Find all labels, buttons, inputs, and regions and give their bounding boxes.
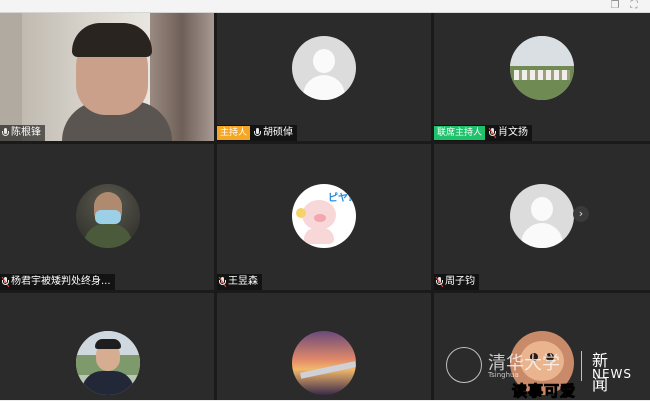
- muted-microphone-icon: [218, 276, 227, 288]
- participant-name-bar: 杨君宇被矮判处终身...: [0, 274, 115, 290]
- default-avatar: [292, 36, 356, 100]
- participant-tile[interactable]: [217, 293, 431, 400]
- participant-tile[interactable]: 联席主持人 肖文扬: [434, 13, 650, 141]
- bottom-caption: 读事可爱: [511, 382, 577, 401]
- microphone-icon: [2, 128, 9, 138]
- chevron-right-icon[interactable]: ›: [573, 206, 589, 222]
- participant-tile[interactable]: 杨君宇被矮判处终身...: [0, 144, 214, 290]
- cohost-badge: 联席主持人: [434, 126, 486, 140]
- window-top-bar: ❐ ⛶: [0, 0, 650, 13]
- participant-tile[interactable]: [0, 293, 214, 400]
- muted-microphone-icon: [1, 276, 10, 288]
- fullscreen-icon[interactable]: ⛶: [628, 0, 640, 11]
- participant-name-bar: 联席主持人 肖文扬: [434, 125, 533, 141]
- copy-icon[interactable]: ❐: [609, 0, 621, 11]
- news-en-text: NEWS: [592, 367, 633, 381]
- muted-microphone-icon: [435, 276, 444, 288]
- photo-masked-man-avatar: [76, 184, 140, 248]
- participant-name-bar: 陈根锋: [0, 125, 45, 141]
- participant-tile[interactable]: 陈根锋: [0, 13, 214, 141]
- photo-cartoon-pig-avatar: ピヤ!: [292, 184, 356, 248]
- participant-name-bar: 主持人 胡硕倬: [217, 125, 298, 141]
- participant-grid: 陈根锋 主持人 胡硕倬 联席主持人 肖文扬 杨君宇被矮判处终身... ピヤ! 王…: [0, 13, 650, 400]
- watermark-sub-text: Tsinghua: [488, 371, 519, 379]
- participant-name: 周子钧: [445, 276, 475, 287]
- default-avatar: [510, 184, 574, 248]
- participant-tile[interactable]: › 周子钧: [434, 144, 650, 290]
- participant-name: 杨君宇被矮判处终身...: [11, 276, 111, 287]
- participant-name: 肖文扬: [498, 127, 529, 138]
- university-seal-icon: [446, 347, 482, 383]
- host-badge: 主持人: [217, 126, 251, 140]
- watermark-divider: [581, 351, 582, 381]
- muted-microphone-icon: [488, 127, 497, 139]
- participant-tile[interactable]: 主持人 胡硕倬: [217, 13, 431, 141]
- camera-video: [0, 13, 214, 141]
- participant-name: 胡硕倬: [263, 127, 294, 138]
- participant-tile[interactable]: ピヤ! 王昱森: [217, 144, 431, 290]
- microphone-icon: [254, 128, 262, 138]
- participant-name: 王昱森: [228, 276, 258, 287]
- sticker-text: ピヤ!: [328, 193, 353, 204]
- participant-name-bar: 王昱森: [217, 274, 262, 290]
- participant-name-bar: 周子钧: [434, 274, 479, 290]
- participant-name: 陈根锋: [11, 127, 41, 138]
- photo-sheep-avatar: [510, 36, 574, 100]
- photo-sunset-wing-avatar: [292, 331, 356, 395]
- photo-man-suit-avatar: [76, 331, 140, 395]
